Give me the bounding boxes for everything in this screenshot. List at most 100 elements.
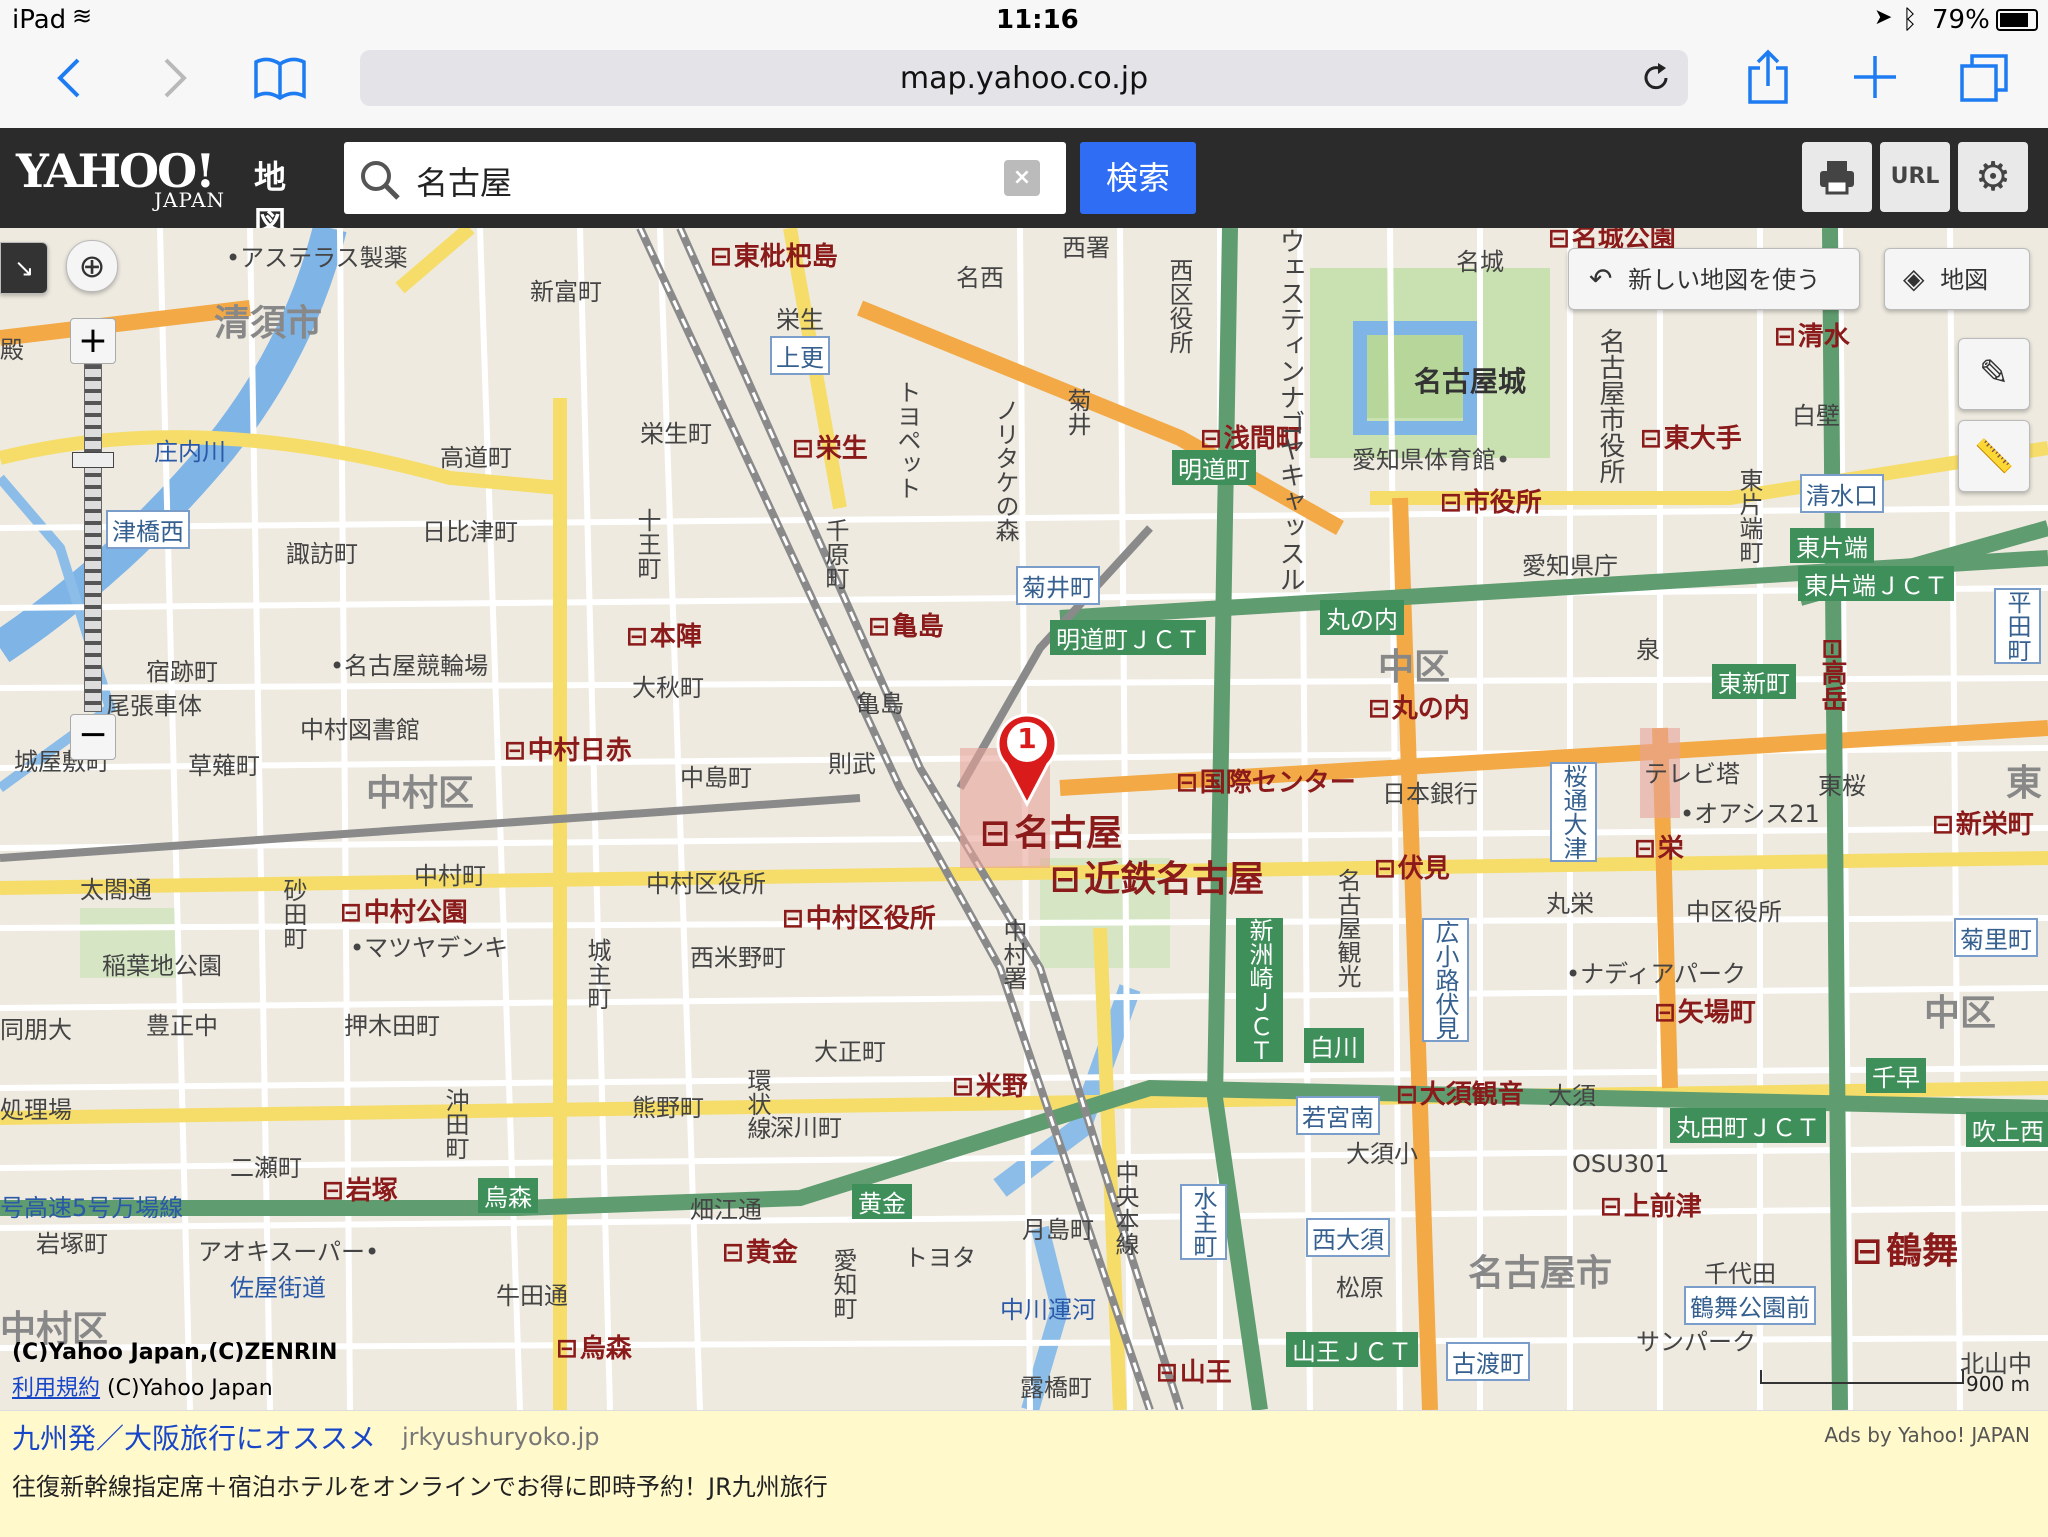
station-label[interactable]: 市役所 — [1440, 482, 1542, 519]
ruler-icon: 📏 — [1974, 437, 2014, 475]
map-label: 押木田町 — [344, 1012, 440, 1040]
map-label: 宿跡町 — [146, 658, 218, 686]
station-label-main[interactable]: 近鉄名古屋 — [1050, 850, 1264, 902]
road-label: 号高速5号万場線 — [0, 1194, 184, 1222]
back-icon[interactable] — [54, 56, 84, 100]
rail-label: 中央本線 — [1111, 1160, 1139, 1256]
station-label[interactable]: 丸の内 — [1368, 688, 1470, 725]
map-label: 豊正中 — [146, 1012, 218, 1040]
station-label[interactable]: 上前津 — [1600, 1186, 1702, 1223]
settings-button[interactable]: ⚙ — [1958, 142, 2028, 212]
station-label[interactable]: 矢場町 — [1654, 992, 1756, 1029]
new-tab-icon[interactable] — [1852, 54, 1898, 100]
map-label: 二瀬町 — [230, 1154, 302, 1182]
station-label[interactable]: 岩塚 — [322, 1170, 398, 1207]
map-label: 城主町 — [583, 938, 611, 1010]
search-button[interactable]: 検索 — [1080, 142, 1196, 214]
arrow-down-right-icon: ↘ — [13, 254, 35, 282]
current-location-button[interactable]: ⊕ — [66, 240, 118, 292]
intersection-label: 吹上西 — [1966, 1112, 2048, 1147]
station-label[interactable]: 新栄町 — [1932, 804, 2034, 841]
station-label-main[interactable]: 名古屋 — [980, 804, 1122, 856]
print-button[interactable] — [1802, 142, 1872, 212]
station-label[interactable]: 本陣 — [626, 616, 702, 653]
collapse-panel-button[interactable]: ↘ — [0, 242, 48, 294]
station-label[interactable]: 伏見 — [1374, 848, 1450, 885]
zoom-track[interactable] — [84, 364, 102, 712]
address-bar[interactable]: map.yahoo.co.jp — [360, 50, 1688, 106]
device-name: iPad — [12, 5, 67, 35]
map-label: 処理場 — [0, 1096, 72, 1124]
station-label[interactable]: 高岳 — [1814, 638, 1851, 712]
station-label[interactable]: 亀島 — [868, 606, 944, 643]
intersection-label: 広小路伏見 — [1422, 918, 1469, 1042]
location-icon: ➤ — [1874, 5, 1893, 30]
ad-banner[interactable]: 九州発／大阪旅行にオススメ jrkyushuryoko.jp Ads by Ya… — [0, 1410, 2048, 1537]
crosshair-icon: ⊕ — [78, 247, 106, 285]
map-label: 日本銀行 — [1382, 780, 1478, 808]
map-label: 中区役所 — [1686, 898, 1782, 926]
landmark-label: テレビ塔 — [1644, 760, 1740, 788]
draw-button[interactable]: ✎ — [1958, 338, 2030, 410]
jct-label: 新洲崎ＪＣＴ — [1236, 918, 1283, 1062]
ad-attribution: Ads by Yahoo! JAPAN — [1824, 1423, 2030, 1447]
station-label[interactable]: 栄生 — [792, 428, 868, 465]
station-label[interactable]: 東大手 — [1640, 418, 1742, 455]
landmark-label: 名古屋城 — [1414, 365, 1527, 398]
measure-button[interactable]: 📏 — [1958, 420, 2030, 492]
clear-search-button[interactable]: × — [1004, 160, 1040, 196]
intersection-label: 明道町 — [1172, 450, 1256, 485]
ad-title[interactable]: 九州発／大阪旅行にオススメ — [12, 1417, 376, 1457]
share-icon[interactable] — [1746, 48, 1790, 106]
area-label: 名古屋市 — [1468, 1253, 1613, 1294]
station-label[interactable]: 山王 — [1156, 1352, 1232, 1389]
intersection-label: 西大須 — [1306, 1218, 1390, 1257]
map-label: 西区役所 — [1165, 258, 1193, 354]
zoom-out-button[interactable]: − — [70, 714, 116, 760]
station-label[interactable]: 黄金 — [722, 1232, 798, 1269]
road-label: 佐屋街道 — [230, 1274, 326, 1302]
station-label[interactable]: 清水 — [1774, 316, 1850, 353]
station-label[interactable]: 東枇杷島 — [710, 236, 838, 273]
map-label: •アステラス製薬 — [226, 244, 408, 272]
logo-sub: JAPAN — [154, 188, 226, 212]
map-label: 栄生 — [776, 306, 824, 334]
station-label[interactable]: 国際センター — [1176, 762, 1356, 799]
zoom-handle[interactable] — [72, 452, 114, 468]
yahoo-logo[interactable]: YAHOO! JAPAN 地図 — [16, 144, 286, 242]
layer-button[interactable]: ◈ 地図 — [1884, 248, 2030, 310]
map-label: 殿 — [0, 336, 24, 364]
scale-label: 900 m — [1966, 1372, 2031, 1396]
intersection-label: 清水口 — [1800, 474, 1884, 513]
area-label: 中区 — [1924, 993, 1997, 1034]
station-label-main[interactable]: 鶴舞 — [1852, 1222, 1958, 1274]
station-label[interactable]: 大須観音 — [1396, 1074, 1524, 1111]
zoom-slider[interactable]: + − — [70, 318, 116, 760]
layer-label: 地図 — [1940, 266, 1989, 294]
map-canvas[interactable]: •アステラス製薬 東枇杷島 清須市 新富町 名西 栄生 上更 西区役所 西署 名… — [0, 228, 2048, 1410]
terms-link[interactable]: 利用規約 — [12, 1376, 100, 1401]
station-label[interactable]: 中村公園 — [340, 892, 468, 929]
intersection-label: 白川 — [1304, 1028, 1364, 1063]
map-label: 名古屋市役所 — [1595, 328, 1625, 484]
new-map-button[interactable]: ↶ 新しい地図を使う — [1568, 248, 1860, 310]
reload-icon[interactable] — [1640, 62, 1672, 94]
copyright-text-2: (C)Yahoo Japan — [107, 1376, 273, 1401]
map-label: 稲葉地公園 — [102, 952, 222, 980]
map-label: 中村区役所 — [646, 870, 766, 898]
station-label[interactable]: 栄 — [1634, 828, 1684, 865]
map-label: 大須小 — [1346, 1140, 1418, 1168]
url-button[interactable]: URL — [1880, 142, 1950, 212]
intersection-label: 上更 — [770, 336, 830, 375]
forward-icon[interactable] — [160, 56, 190, 100]
station-label[interactable]: 烏森 — [556, 1328, 632, 1365]
map-label: ウェスティンナゴヤキャッスル — [1275, 228, 1305, 592]
zoom-in-button[interactable]: + — [70, 318, 116, 364]
station-label[interactable]: 中村区役所 — [782, 898, 936, 935]
station-label[interactable]: 米野 — [952, 1066, 1028, 1103]
station-label[interactable]: 中村日赤 — [504, 730, 632, 767]
bookmarks-icon[interactable] — [252, 54, 308, 102]
scale-bar — [1760, 1370, 1964, 1384]
tabs-icon[interactable] — [1958, 52, 2010, 104]
search-input[interactable]: 名古屋 × — [344, 142, 1066, 214]
